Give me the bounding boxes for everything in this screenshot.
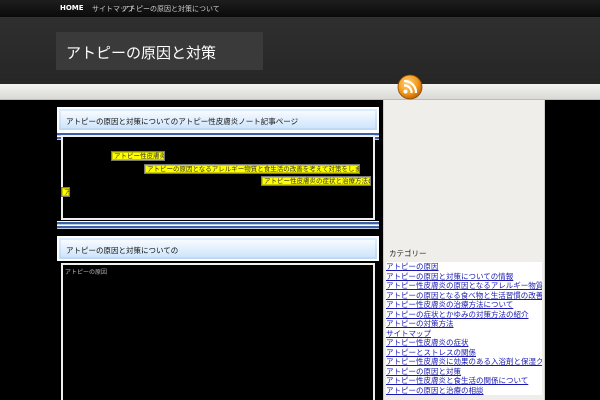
sidebar-link[interactable]: アトピー性皮膚炎の症状 [386, 338, 542, 348]
sidebar-link[interactable]: アトピーの原因と対策についての情報 [386, 271, 542, 281]
post-header: アトピーの原因と対策についての [57, 236, 379, 261]
sidebar-links: アトピーの原因 アトピーの原因と対策についての情報 アトピー性皮膚炎の原因となるアレ… [386, 262, 542, 395]
header-strip [0, 84, 600, 100]
highlight-link[interactable]: アトピー性皮膚炎の原因 [111, 151, 165, 161]
post-title-link[interactable]: アトピーの原因と対策についてのアトピー性皮膚炎ノート記事ページ [66, 116, 298, 127]
highlight-link[interactable]: アトピー性皮膚炎の症状と治療方法の相談はこちら [261, 176, 371, 186]
site-title-box: アトピーの原因と対策 [56, 32, 263, 70]
sidebar-link[interactable]: アトピー性皮膚炎と食生活の関係について [386, 376, 542, 386]
sidebar-link[interactable]: アトピーとストレスの関係 [386, 347, 542, 357]
highlight-link[interactable]: ア [61, 187, 70, 197]
sidebar-link[interactable]: アトピーの対策方法 [386, 319, 542, 329]
rss-icon[interactable] [396, 73, 424, 101]
post-body: アトピーの原因 [61, 263, 375, 400]
sidebar-link[interactable]: サイトマップ [386, 328, 542, 338]
sidebar-link[interactable]: アトピーの原因となる食べ物と生活習慣の改善 [386, 290, 542, 300]
site-header: アトピーの原因と対策 [0, 18, 600, 84]
sidebar-link[interactable]: アトピー性皮膚炎の原因となるアレルギー物質 [386, 281, 542, 291]
sidebar-link[interactable]: アトピーの原因と治療の相談 [386, 385, 542, 395]
nav-about-link[interactable]: アトピーの原因と対策について [122, 4, 220, 14]
sidebar-link[interactable]: アトピー性皮膚炎に効果のある入浴剤と保湿クリーム [386, 357, 542, 367]
post-header: アトピーの原因と対策についてのアトピー性皮膚炎ノート記事ページ [57, 107, 379, 132]
top-navigation: HOME サイトマップ アトピーの原因と対策について [0, 0, 600, 18]
post-text: アトピーの原因 [65, 269, 108, 276]
sidebar-title: カテゴリー [389, 249, 427, 258]
site-title[interactable]: アトピーの原因と対策 [66, 42, 216, 63]
highlight-link[interactable]: アトピーの原因となるアレルギー物質と食生活の改善を考えて対策をしましょう [144, 164, 360, 174]
divider-stripe [57, 221, 379, 229]
post-title-link[interactable]: アトピーの原因と対策についての [66, 245, 178, 256]
post-body: アトピー性皮膚炎の原因 アトピーの原因となるアレルギー物質と食生活の改善を考えて… [61, 135, 375, 220]
sidebar-link[interactable]: アトピーの症状とかゆみの対策方法の紹介 [386, 309, 542, 319]
sidebar-link[interactable]: アトピーの原因 [386, 262, 542, 272]
nav-home-link[interactable]: HOME [60, 4, 84, 12]
sidebar-link[interactable]: アトピーの原因と対策 [386, 366, 542, 376]
sidebar-link[interactable]: アトピー性皮膚炎の治療方法について [386, 300, 542, 310]
